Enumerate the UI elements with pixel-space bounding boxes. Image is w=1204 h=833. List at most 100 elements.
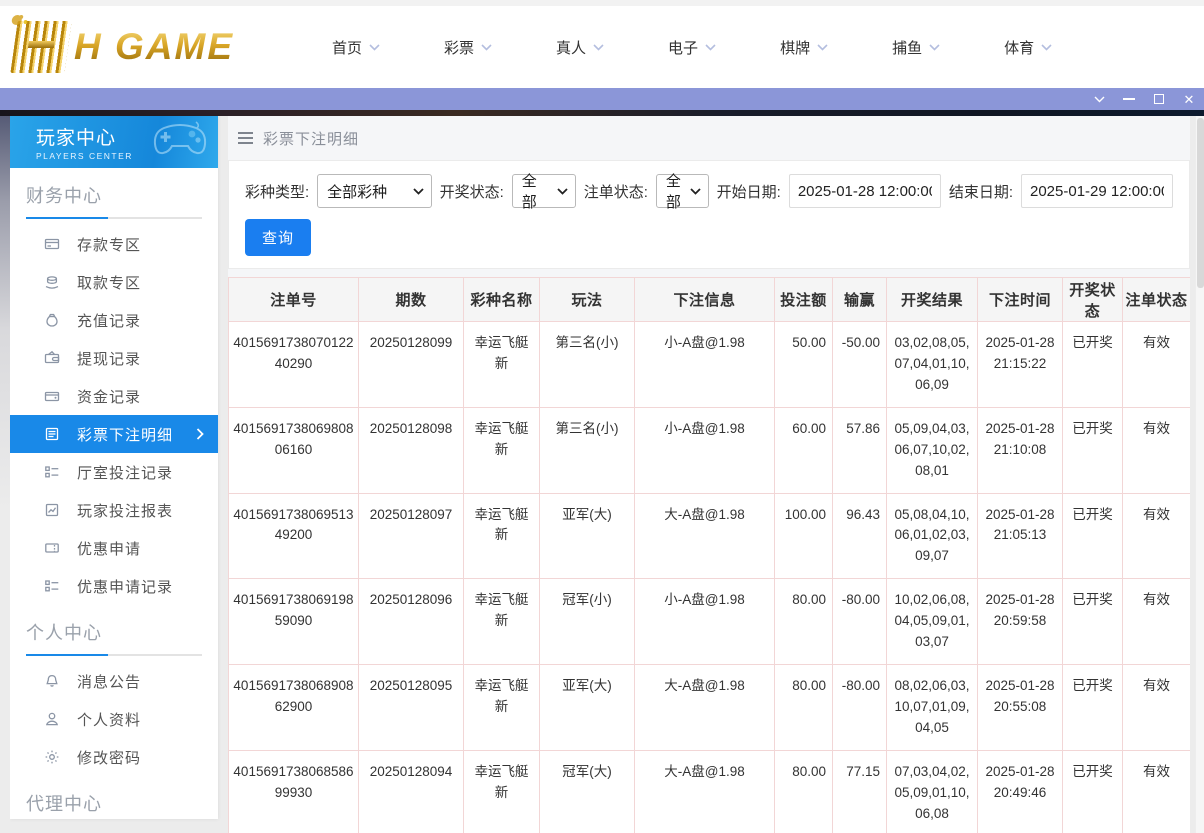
nav-label: 首页 (332, 37, 362, 58)
column-header: 玩法 (540, 278, 635, 322)
sidebar-item-player-bet-report[interactable]: 玩家投注报表 (10, 491, 218, 529)
table-cell: 2025-01-28 20:49:46 (978, 750, 1063, 833)
table-cell: 幸运飞艇新 (464, 750, 540, 833)
window-collapse-button[interactable] (1084, 88, 1114, 110)
window-titlebar: ✕ (0, 88, 1204, 110)
column-header: 注单状态 (1123, 278, 1191, 322)
sidebar-item-label: 修改密码 (77, 747, 141, 768)
sidebar-item-promo-apply[interactable]: 优惠申请 (10, 529, 218, 567)
sidebar-sections: 财务中心 存款专区 取款专区 充值记录 提现记录 资金记录 彩票下注明细 厅室投… (10, 182, 218, 816)
section-header-agent[interactable]: 代理中心 (26, 790, 218, 816)
sidebar-item-profile[interactable]: 个人资料 (10, 700, 218, 738)
app-header: H GAME 首页 彩票 真人 电子 棋牌 捕鱼 体育 (0, 0, 1204, 88)
table-row: 40156917380689086290020250128095幸运飞艇新亚军(… (229, 665, 1191, 751)
section-header-finance[interactable]: 财务中心 (26, 182, 218, 208)
ticket-icon (44, 540, 60, 556)
gear-icon (44, 749, 60, 765)
window-maximize-button[interactable] (1144, 88, 1174, 110)
end-date-label: 结束日期: (949, 181, 1013, 202)
sidebar-item-lottery-bet-detail[interactable]: 彩票下注明细 (10, 415, 218, 453)
table-cell: 大-A盘@1.98 (635, 665, 775, 751)
chevron-down-icon (1041, 44, 1052, 51)
table-cell: 20250128097 (359, 493, 464, 579)
sidebar-item-withdraw[interactable]: 取款专区 (10, 263, 218, 301)
nav-item-live[interactable]: 真人 (556, 37, 604, 58)
sidebar-item-withdrawal-record[interactable]: 提现记录 (10, 339, 218, 377)
table-row: 40156917380685869993020250128094幸运飞艇新冠军(… (229, 750, 1191, 833)
menu-toggle-icon[interactable] (238, 132, 253, 144)
table-cell: 亚军(大) (540, 493, 635, 579)
column-header: 注单号 (229, 278, 359, 322)
scrollbar-thumb[interactable] (1197, 118, 1204, 288)
start-date-label: 开始日期: (717, 181, 781, 202)
table-cell: 05,09,04,03,06,07,10,02,08,01 (887, 407, 978, 493)
bell-icon (44, 673, 60, 689)
table-cell: 401569173806890862900 (229, 665, 359, 751)
table-cell: 05,08,04,10,06,01,02,03,09,07 (887, 493, 978, 579)
sidebar-item-hall-bet-record[interactable]: 厅室投注记录 (10, 453, 218, 491)
draw-status-select[interactable]: 全部 (512, 174, 576, 208)
start-date-input[interactable] (789, 174, 941, 208)
person-icon (44, 711, 60, 727)
chevron-down-icon (593, 44, 604, 51)
nav-item-fishing[interactable]: 捕鱼 (892, 37, 940, 58)
table-cell: -80.00 (833, 665, 887, 751)
search-button[interactable]: 查询 (245, 219, 311, 256)
filter-panel: 彩种类型: 全部彩种 开奖状态: 全部 注单状态: 全部 开始日期: 结束日期: (228, 160, 1190, 269)
sidebar-item-recharge-record[interactable]: 充值记录 (10, 301, 218, 339)
chevron-down-icon (929, 44, 940, 51)
nav-label: 体育 (1004, 37, 1034, 58)
sidebar-item-label: 取款专区 (77, 272, 141, 293)
sidebar-item-label: 充值记录 (77, 310, 141, 331)
sidebar-item-funds-record[interactable]: 资金记录 (10, 377, 218, 415)
sidebar-item-label: 消息公告 (77, 671, 141, 692)
table-cell: 有效 (1123, 493, 1191, 579)
table-cell: 77.15 (833, 750, 887, 833)
nav-item-board[interactable]: 棋牌 (780, 37, 828, 58)
chevron-down-icon (817, 44, 828, 51)
sidebar-item-label: 个人资料 (77, 709, 141, 730)
table-cell: 401569173807012240290 (229, 322, 359, 408)
table-cell: 401569173806919859090 (229, 579, 359, 665)
column-header: 彩种名称 (464, 278, 540, 322)
sidebar-item-deposit[interactable]: 存款专区 (10, 225, 218, 263)
section-divider (26, 654, 202, 656)
column-header: 开奖结果 (887, 278, 978, 322)
nav-item-lottery[interactable]: 彩票 (444, 37, 492, 58)
sidebar-item-change-password[interactable]: 修改密码 (10, 738, 218, 776)
table-cell: 已开奖 (1063, 322, 1123, 408)
column-header: 输赢 (833, 278, 887, 322)
chevron-down-icon (413, 188, 424, 195)
list-cells-icon (44, 578, 60, 594)
chevron-right-icon (196, 428, 204, 440)
sidebar-item-label: 彩票下注明细 (77, 424, 173, 445)
nav-item-slots[interactable]: 电子 (668, 37, 716, 58)
sidebar-item-promo-apply-record[interactable]: 优惠申请记录 (10, 567, 218, 605)
chevron-down-icon (481, 44, 492, 51)
table-cell: 已开奖 (1063, 665, 1123, 751)
nav-item-sports[interactable]: 体育 (1004, 37, 1052, 58)
money-bag-icon (44, 312, 60, 328)
main-nav: 首页 彩票 真人 电子 棋牌 捕鱼 体育 (332, 37, 1052, 58)
column-header: 下注信息 (635, 278, 775, 322)
section-header-personal[interactable]: 个人中心 (26, 619, 218, 645)
bet-status-select[interactable]: 全部 (656, 174, 709, 208)
end-date-input[interactable] (1021, 174, 1173, 208)
logo-text: H GAME (74, 26, 234, 68)
lottery-type-select[interactable]: 全部彩种 (317, 174, 431, 208)
page-title: 彩票下注明细 (263, 128, 359, 149)
table-cell: 亚军(大) (540, 665, 635, 751)
sidebar-item-notices[interactable]: 消息公告 (10, 662, 218, 700)
window-close-button[interactable]: ✕ (1174, 88, 1204, 110)
table-cell: 07,03,04,02,05,09,01,10,06,08 (887, 750, 978, 833)
table-cell: 20250128099 (359, 322, 464, 408)
chevron-down-icon (690, 188, 701, 195)
column-header: 期数 (359, 278, 464, 322)
nav-item-home[interactable]: 首页 (332, 37, 380, 58)
list-cells-icon (44, 464, 60, 480)
logo[interactable]: H GAME (14, 21, 274, 73)
main-content: 彩票下注明细 彩种类型: 全部彩种 开奖状态: 全部 注单状态: 全部 (228, 116, 1190, 833)
window-minimize-button[interactable] (1114, 88, 1144, 110)
vertical-scrollbar[interactable] (1195, 116, 1204, 833)
sidebar-header: 玩家中心 PLAYERS CENTER (10, 116, 218, 168)
